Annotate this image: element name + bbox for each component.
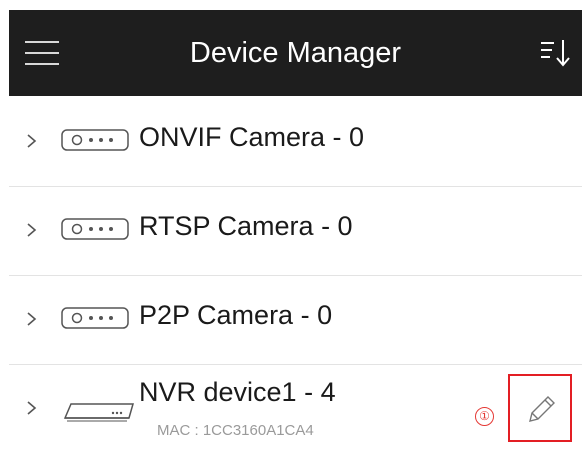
pencil-icon <box>529 396 555 422</box>
chevron-right-icon <box>27 312 37 326</box>
device-manager-screen: Device Manager ONVIF Camera - 0 RTSP Cam… <box>9 10 582 462</box>
mac-address: MAC : 1CC3160A1CA4 <box>157 422 314 439</box>
device-nvr-1[interactable]: NVR device1 - 4 MAC : 1CC3160A1CA4 ① <box>9 365 582 453</box>
device-group-label: P2P Camera - 0 <box>139 300 333 330</box>
device-group-label: RTSP Camera - 0 <box>139 211 353 241</box>
hamburger-menu-icon[interactable] <box>25 39 59 67</box>
device-group-rtsp[interactable]: RTSP Camera - 0 <box>9 187 582 276</box>
device-name-label: NVR device1 - 4 <box>139 377 336 407</box>
edit-device-button[interactable] <box>508 374 572 442</box>
camera-device-icon <box>61 129 129 151</box>
step-marker: ① <box>475 407 494 426</box>
device-group-label: ONVIF Camera - 0 <box>139 122 365 152</box>
chevron-right-icon <box>27 223 37 237</box>
sort-descending-icon[interactable] <box>539 37 571 69</box>
page-title: Device Manager <box>189 37 402 69</box>
nvr-device-icon <box>63 403 134 422</box>
camera-device-icon <box>61 218 129 240</box>
app-header: Device Manager <box>9 10 582 96</box>
chevron-right-icon <box>27 134 37 148</box>
camera-device-icon <box>61 307 129 329</box>
device-group-onvif[interactable]: ONVIF Camera - 0 <box>9 98 582 187</box>
device-group-p2p[interactable]: P2P Camera - 0 <box>9 276 582 365</box>
chevron-right-icon <box>27 401 37 415</box>
